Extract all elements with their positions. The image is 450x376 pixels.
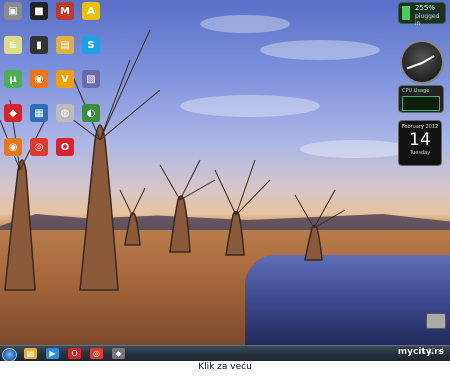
battery-state: plugged in: [415, 13, 440, 27]
chrome-small-icon[interactable]: ◐: [82, 104, 100, 122]
app-icon-black[interactable]: ■: [30, 2, 48, 20]
clock-hour-hand: [421, 55, 435, 64]
skype-icon[interactable]: S: [82, 36, 100, 54]
network-icon[interactable]: ▦: [30, 104, 48, 122]
chrome-icon[interactable]: ◎: [30, 138, 48, 156]
cpu-usage-graph: [402, 96, 440, 111]
cpu-usage-gadget[interactable]: CPU Usage: [398, 85, 444, 113]
clock-gadget[interactable]: [400, 40, 444, 84]
taskbar-app-icon[interactable]: ◆: [112, 348, 125, 359]
folder-icon[interactable]: ▣: [4, 2, 22, 20]
opera-red-icon[interactable]: ◆: [4, 104, 22, 122]
desktop-wallpaper: ▣ ■ M A ≡ ▮ ▤ Sµ ◉ V ▧ ◆ ▦ ◍ ◐ ◉ ◎ O 255% plugged in CPU …: [0, 0, 450, 345]
firefox-icon[interactable]: ◉: [30, 70, 48, 88]
v-app-icon[interactable]: V: [56, 70, 74, 88]
avast-icon[interactable]: A: [82, 2, 100, 20]
folder-yellow-icon[interactable]: ▤: [56, 36, 74, 54]
calendar-weekday: Tuesday: [409, 150, 431, 156]
calendar-gadget[interactable]: February 2012 14 Tuesday: [398, 120, 442, 166]
screenshot: ▣ ■ M A ≡ ▮ ▤ Sµ ◉ V ▧ ◆ ▦ ◍ ◐ ◉ ◎ O 255% plugged in CPU …: [0, 0, 450, 376]
book-icon[interactable]: ▮: [30, 36, 48, 54]
battery-percent: 255%: [415, 4, 436, 12]
cpu-usage-label: CPU Usage: [402, 88, 430, 94]
notes-icon[interactable]: ≡: [4, 36, 22, 54]
battery-level-bar: [402, 6, 410, 20]
utorrent-icon[interactable]: µ: [4, 70, 22, 88]
taskbar-chrome-icon[interactable]: ◎: [90, 348, 103, 359]
clock-minute-hand: [406, 62, 423, 70]
start-button[interactable]: [2, 348, 17, 362]
recycle-bin-icon[interactable]: [426, 313, 446, 329]
m-app-icon[interactable]: M: [56, 2, 74, 20]
taskbar-opera-icon[interactable]: O: [68, 348, 81, 359]
watermark: mycity.rs: [397, 347, 444, 357]
taskbar: ▤ ▶ O ◎ ◆ ▴ ▮▯ ◂): [0, 345, 450, 362]
caption-bar: Klik za veću mycity.rs: [0, 347, 450, 376]
taskbar-media-icon[interactable]: ▶: [46, 348, 59, 359]
battery-gadget[interactable]: 255% plugged in: [398, 2, 446, 27]
caption-text[interactable]: Klik za veću: [0, 362, 450, 372]
document-icon[interactable]: ▧: [82, 70, 100, 88]
disc-icon[interactable]: ◍: [56, 104, 74, 122]
calendar-day: 14: [409, 130, 431, 150]
opera-icon[interactable]: O: [56, 138, 74, 156]
firefox-2-icon[interactable]: ◉: [4, 138, 22, 156]
taskbar-folder-icon[interactable]: ▤: [24, 348, 37, 359]
